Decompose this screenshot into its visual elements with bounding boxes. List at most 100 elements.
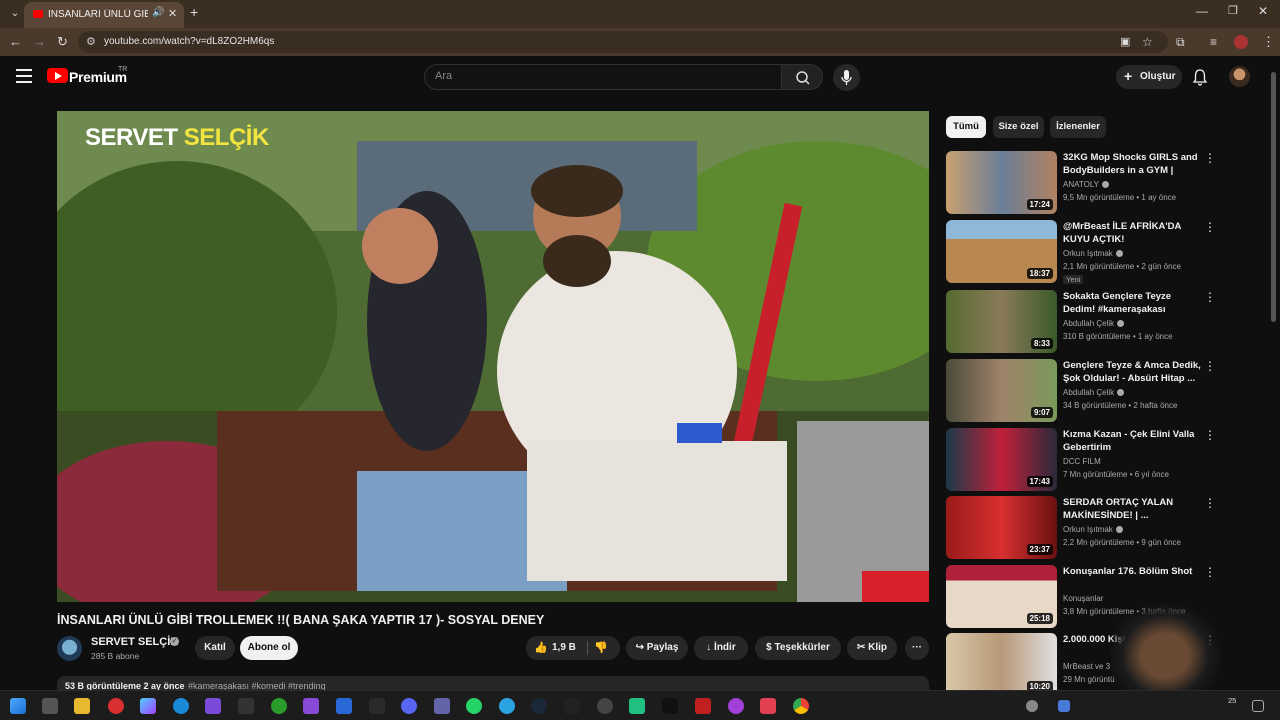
document-icon[interactable]	[336, 698, 352, 714]
search-button[interactable]	[781, 64, 823, 90]
app-icon[interactable]	[629, 698, 645, 714]
app-icon[interactable]	[205, 698, 221, 714]
thumbnail[interactable]: 17:43	[946, 428, 1057, 491]
recommendation-item[interactable]: 17:43 Kızma Kazan - Çek Elini Valla Gebe…	[946, 428, 1224, 494]
guide-menu-icon[interactable]	[16, 69, 32, 83]
recommendation-item[interactable]: 17:24 32KG Mop Shocks GIRLS and BodyBuil…	[946, 151, 1224, 217]
media-control-icon[interactable]: ≡	[1210, 34, 1217, 50]
join-button[interactable]: Katıl	[195, 636, 235, 660]
app-icon[interactable]	[597, 698, 613, 714]
tiktok-icon[interactable]	[662, 698, 678, 714]
more-actions-icon[interactable]: ···	[905, 636, 929, 660]
channel-avatar[interactable]	[57, 636, 82, 661]
page-scrollbar[interactable]	[1271, 72, 1276, 322]
recommendation-title[interactable]: Gençlere Teyze & Amca Dedik, Şok Oldular…	[1063, 359, 1203, 385]
more-options-icon[interactable]: ⋮	[1204, 220, 1216, 234]
search-box[interactable]	[424, 64, 782, 90]
account-avatar[interactable]	[1229, 66, 1250, 87]
voice-search-button[interactable]	[833, 64, 860, 91]
extensions-icon[interactable]: ⧉	[1176, 34, 1185, 50]
thumbnail[interactable]: 23:37	[946, 496, 1057, 559]
copilot-icon[interactable]	[140, 698, 156, 714]
recommendation-channel[interactable]: Konuşanlar	[1063, 594, 1103, 603]
subscribe-button[interactable]: Abone ol	[240, 636, 298, 660]
recommendation-title[interactable]: 32KG Mop Shocks GIRLS and BodyBuilders i…	[1063, 151, 1203, 177]
cast-icon[interactable]: ▣	[1120, 34, 1130, 50]
hashtags[interactable]: #kameraşakası #komedi #trending	[188, 681, 326, 690]
tray-icon[interactable]	[1058, 700, 1070, 712]
task-view-icon[interactable]	[42, 698, 58, 714]
app-icon[interactable]	[238, 698, 254, 714]
xbox-icon[interactable]	[271, 698, 287, 714]
recommendation-title[interactable]: @MrBeast İLE AFRİKA'DA KUYU AÇTIK!	[1063, 220, 1203, 246]
notifications-bell-icon[interactable]	[1192, 68, 1208, 86]
url-text[interactable]: youtube.com/watch?v=dL8ZO2HM6qs	[104, 36, 274, 47]
app-icon[interactable]	[369, 698, 385, 714]
chip-all[interactable]: Tümü	[946, 116, 986, 138]
more-options-icon[interactable]: ⋮	[1204, 290, 1216, 304]
site-info-icon[interactable]: ⚙	[86, 35, 96, 48]
speaker-icon[interactable]: 🔊	[152, 7, 164, 18]
teams-icon[interactable]	[434, 698, 450, 714]
epic-games-icon[interactable]	[564, 698, 580, 714]
thumbnail[interactable]: 10:20	[946, 633, 1057, 690]
recommendation-channel[interactable]: Orkun Işıtmak	[1063, 525, 1123, 534]
recommendation-item[interactable]: 23:37 SERDAR ORTAÇ YALAN MAKİNESİNDE! | …	[946, 496, 1224, 562]
profile-avatar-icon[interactable]	[1234, 35, 1248, 49]
new-tab-button[interactable]: +	[190, 4, 198, 20]
back-icon[interactable]: ←	[9, 34, 22, 50]
more-options-icon[interactable]: ⋮	[1204, 565, 1216, 579]
recommendation-item[interactable]: 9:07 Gençlere Teyze & Amca Dedik, Şok Ol…	[946, 359, 1224, 425]
recommendation-title[interactable]: Kızma Kazan - Çek Elini Valla Gebertirim	[1063, 428, 1203, 454]
tray-icon[interactable]	[1026, 700, 1038, 712]
bookmark-star-icon[interactable]: ☆	[1142, 34, 1153, 50]
like-count[interactable]: 1,9 B	[552, 636, 576, 660]
recommendation-title[interactable]: Sokakta Gençlere Teyze Dedim! #kameraşak…	[1063, 290, 1203, 316]
thumbnail[interactable]: 9:07	[946, 359, 1057, 422]
active-tab[interactable]: İNSANLARI ÜNLÜ GİBİ TRO 🔊 ✕	[24, 2, 184, 28]
thumbnail[interactable]: 25:18	[946, 565, 1057, 628]
more-options-icon[interactable]: ⋮	[1204, 496, 1216, 510]
recommendation-item[interactable]: 18:37 @MrBeast İLE AFRİKA'DA KUYU AÇTIK!…	[946, 220, 1224, 286]
notification-icon[interactable]	[1252, 700, 1264, 712]
forward-icon[interactable]: →	[33, 34, 46, 50]
restore-icon[interactable]: ❐	[1228, 4, 1238, 17]
app-icon[interactable]	[695, 698, 711, 714]
thanks-button[interactable]: $ Teşekkürler	[755, 636, 841, 660]
recommendation-item[interactable]: 8:33 Sokakta Gençlere Teyze Dedim! #kame…	[946, 290, 1224, 356]
recommendation-channel[interactable]: ANATOLY	[1063, 180, 1110, 189]
app-icon[interactable]	[108, 698, 124, 714]
more-options-icon[interactable]: ⋮	[1204, 428, 1216, 442]
reload-icon[interactable]: ↻	[57, 34, 68, 50]
more-options-icon[interactable]: ⋮	[1204, 359, 1216, 373]
chip-for-you[interactable]: Size özel	[993, 116, 1044, 138]
steam-icon[interactable]	[531, 698, 547, 714]
app-icon[interactable]	[303, 698, 319, 714]
window-close-icon[interactable]: ✕	[1258, 4, 1268, 18]
thumbnail[interactable]: 8:33	[946, 290, 1057, 353]
chip-watched[interactable]: İzlenenler	[1050, 116, 1106, 138]
share-button[interactable]: ↪ Paylaş	[626, 636, 688, 660]
thumbnail[interactable]: 18:37	[946, 220, 1057, 283]
recommendation-channel[interactable]: Abdullah Çelik	[1063, 388, 1125, 397]
recommendation-channel[interactable]: MrBeast ve 3	[1063, 662, 1110, 671]
more-options-icon[interactable]: ⋮	[1204, 151, 1216, 165]
create-button[interactable]: + Oluştur	[1116, 65, 1182, 89]
whatsapp-icon[interactable]	[466, 698, 482, 714]
description-box[interactable]: 53 B görüntüleme 2 ay önce #kameraşakası…	[57, 676, 929, 690]
windows-start-icon[interactable]	[10, 698, 26, 714]
app-icon[interactable]	[728, 698, 744, 714]
telegram-icon[interactable]	[499, 698, 515, 714]
recommendation-title[interactable]: Konuşanlar 176. Bölüm Shot	[1063, 565, 1203, 578]
recommendation-channel[interactable]: Orkun Işıtmak	[1063, 249, 1123, 258]
file-explorer-icon[interactable]	[74, 698, 90, 714]
app-icon[interactable]	[760, 698, 776, 714]
thumbnail[interactable]: 17:24	[946, 151, 1057, 214]
channel-name[interactable]: SERVET SELÇİK	[91, 636, 178, 648]
recommendation-channel[interactable]: Abdullah Çelik	[1063, 319, 1125, 328]
minimize-icon[interactable]: —	[1196, 4, 1208, 18]
recommendation-title[interactable]: SERDAR ORTAÇ YALAN MAKİNESİNDE! | ...	[1063, 496, 1203, 522]
thumbs-down-icon[interactable]: 👎	[594, 636, 608, 660]
discord-icon[interactable]	[401, 698, 417, 714]
recommendation-channel[interactable]: DCC FILM	[1063, 457, 1101, 466]
